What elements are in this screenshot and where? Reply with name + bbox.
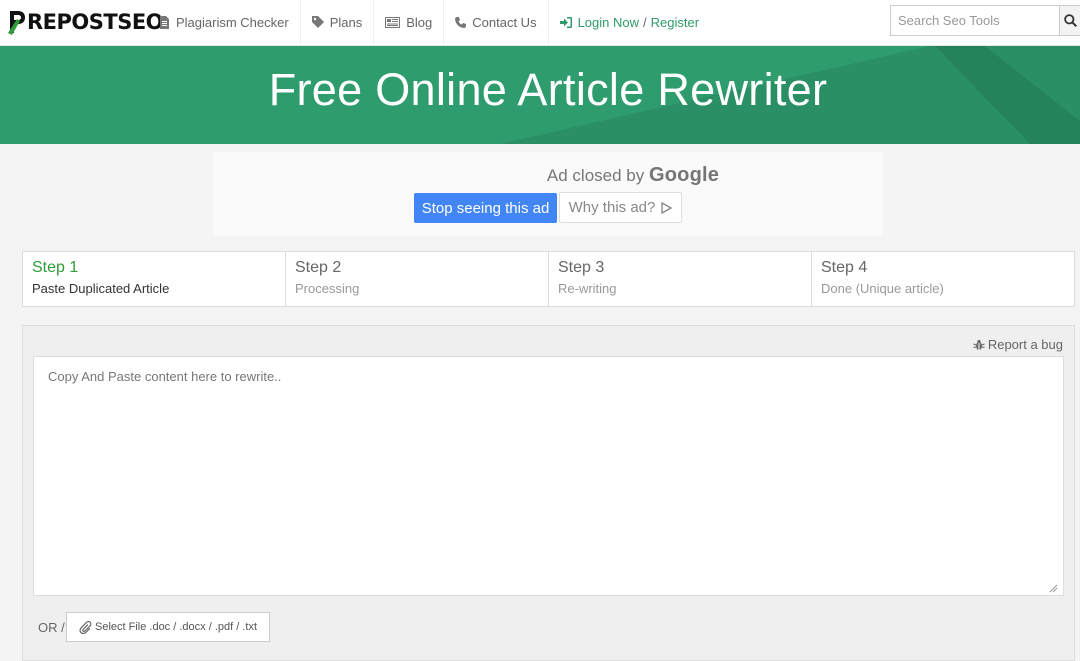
tag-icon [311,16,324,28]
newspaper-icon [385,16,401,28]
nav-item-plans[interactable]: Plans [299,0,374,44]
main-nav: Plagiarism Checker Plans Blog Contact Us… [148,0,710,44]
register-link[interactable]: Register [651,15,699,30]
nav-item-label: Blog [406,14,433,30]
sign-in-icon [559,16,572,28]
progress-steps: Step 1 Paste Duplicated Article Step 2 P… [22,251,1075,307]
logo-mark-icon [8,9,26,35]
hero-banner: Free Online Article Rewriter [0,46,1080,144]
select-file-label: Select File .doc / .docx / .pdf / .txt [94,621,257,633]
rewriter-panel: Report a bug OR / Select File .doc / .do… [22,325,1075,661]
step-4: Step 4 Done (Unique article) [811,252,1074,306]
nav-item-label: Plagiarism Checker [176,14,289,30]
nav-item-contact-us[interactable]: Contact Us [443,0,547,44]
step-title: Step 4 [821,259,868,276]
article-input[interactable] [33,356,1064,596]
select-file-button[interactable]: Select File .doc / .docx / .pdf / .txt [66,612,270,642]
stop-seeing-ad-button[interactable]: Stop seeing this ad [414,193,557,223]
step-title: Step 3 [558,259,605,276]
step-subtitle: Paste Duplicated Article [32,281,170,296]
bug-icon [973,339,985,350]
ad-closed-notice: Ad closed by Google [213,164,1053,187]
nav-item-label: Plans [329,14,363,30]
google-logo: Google [648,164,720,186]
why-this-ad-label: Why this ad? [568,199,656,216]
nav-item-plagiarism-checker[interactable]: Plagiarism Checker [148,0,300,44]
search-button[interactable] [1059,6,1080,35]
step-title: Step 2 [295,259,342,276]
step-subtitle: Re-writing [558,281,617,296]
or-label: OR / [38,620,65,635]
document-icon [160,15,169,29]
nav-item-login-register: Login Now / Register [547,0,710,44]
ad-closed-text: Ad closed by [546,166,645,185]
report-bug-link[interactable]: Report a bug [973,337,1063,352]
step-subtitle: Processing [295,281,360,296]
search-icon [1063,14,1077,27]
nav-item-blog[interactable]: Blog [373,0,443,44]
step-subtitle: Done (Unique article) [821,281,944,296]
ad-slot: Ad closed by Google Stop seeing this ad … [213,152,883,236]
report-bug-label: Report a bug [987,337,1063,352]
page-title: Free Online Article Rewriter [268,64,828,115]
search-box [890,5,1080,36]
brand-logo[interactable]: REPOSTSEO [8,6,164,38]
login-link[interactable]: Login Now [578,15,639,30]
nav-separator: / [643,14,647,30]
paperclip-icon [79,620,92,634]
adchoices-play-icon [661,201,673,214]
step-title: Step 1 [32,259,79,276]
search-input[interactable] [891,6,1059,35]
top-navbar: REPOSTSEO Plagiarism Checker Plans Blog … [0,0,1080,46]
nav-item-label: Contact Us [472,14,537,30]
step-2: Step 2 Processing [285,252,548,306]
logo-text: REPOSTSEO [27,10,164,34]
phone-icon [455,16,467,28]
why-this-ad-button[interactable]: Why this ad? [559,192,682,223]
step-1: Step 1 Paste Duplicated Article [23,252,285,306]
resize-grip-icon[interactable] [1049,584,1058,593]
step-3: Step 3 Re-writing [548,252,811,306]
